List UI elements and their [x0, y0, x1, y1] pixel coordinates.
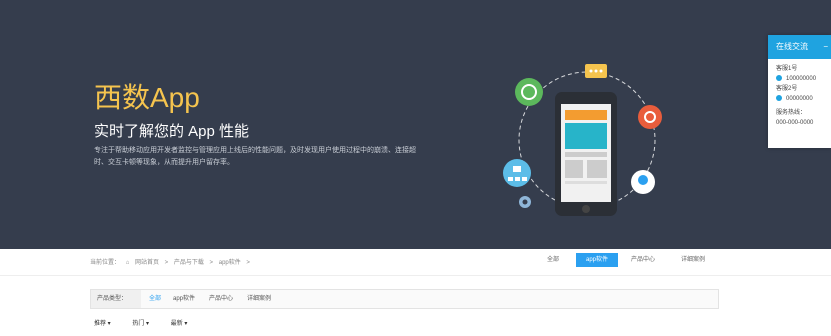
sort-newest[interactable]: 最新 ▾	[171, 321, 188, 327]
qq-contact-2[interactable]: 00000000	[768, 94, 831, 104]
breadcrumb-separator: >	[246, 260, 250, 266]
qq-value-2: 00000000	[786, 96, 813, 102]
qq-icon	[776, 75, 782, 82]
filter-option-product-center[interactable]: 产品中心	[209, 290, 233, 308]
breadcrumb-separator: >	[209, 260, 214, 266]
breadcrumb-level2[interactable]: 产品与下载	[174, 260, 204, 266]
sort-popular[interactable]: 热门 ▾	[132, 321, 149, 327]
product-type-filter: 产品类型： 全部 app软件 产品中心 详细案例	[90, 289, 719, 309]
sort-bar: 推荐 ▾ 热门 ▾ 最新 ▾	[94, 318, 207, 327]
qq-label-2: 客服2号	[776, 86, 798, 92]
tab-case-studies[interactable]: 详细案例	[673, 253, 713, 267]
refresh-icon	[638, 105, 662, 129]
filter-option-all[interactable]: 全部	[149, 290, 161, 308]
qq-value-1: 100000000	[786, 76, 817, 82]
collapse-icon[interactable]: −	[823, 35, 828, 59]
qq-label-1: 客服1号	[776, 66, 798, 72]
clock-icon	[515, 78, 543, 106]
hero-description: 专注于帮助移动应用开发者监控与管理应用上线后的性能问题，及时发现用户使用过程中的…	[94, 147, 416, 166]
hero-subtitle: 实时了解您的 App 性能	[94, 123, 250, 140]
tab-product-center[interactable]: 产品中心	[623, 253, 663, 267]
qq-contact-1[interactable]: 100000000	[768, 74, 831, 84]
online-chat-title: 在线交流	[776, 42, 808, 51]
tab-app-software[interactable]: app软件	[576, 253, 618, 267]
online-chat-panel: 在线交流 − 客服1号 100000000 客服2号 00000000 服务热线…	[768, 35, 831, 148]
filter-option-app-software[interactable]: app软件	[173, 290, 195, 308]
sort-recommended[interactable]: 推荐 ▾	[94, 321, 111, 327]
breadcrumb-separator: >	[164, 260, 169, 266]
breadcrumb: 当前位置： ⌂ 网站首页 > 产品与下载 > app软件 >	[90, 257, 254, 266]
hotline-label: 服务热线：	[776, 110, 807, 116]
breadcrumb-prefix: 当前位置：	[90, 260, 121, 266]
app-illustration	[503, 64, 662, 216]
home-icon: ⌂	[125, 260, 130, 266]
qq-icon	[776, 95, 782, 102]
hero-title: 西数App	[94, 82, 200, 113]
online-chat-header[interactable]: 在线交流 −	[768, 35, 831, 59]
tab-all[interactable]: 全部	[533, 253, 573, 267]
filter-option-case-studies[interactable]: 详细案例	[247, 290, 271, 308]
filter-label: 产品类型：	[91, 290, 141, 308]
hero-banner: 西数App 实时了解您的 App 性能 专注于帮助移动应用开发者监控与管理应用上…	[0, 0, 831, 249]
breadcrumb-level3[interactable]: app软件	[219, 260, 241, 266]
nav-bar: 当前位置： ⌂ 网站首页 > 产品与下载 > app软件 > 全部 app软件 …	[0, 249, 831, 276]
breadcrumb-home[interactable]: 网站首页	[135, 260, 159, 266]
network-icon	[503, 159, 531, 187]
hotline-value: 000-000-0000	[776, 120, 814, 126]
